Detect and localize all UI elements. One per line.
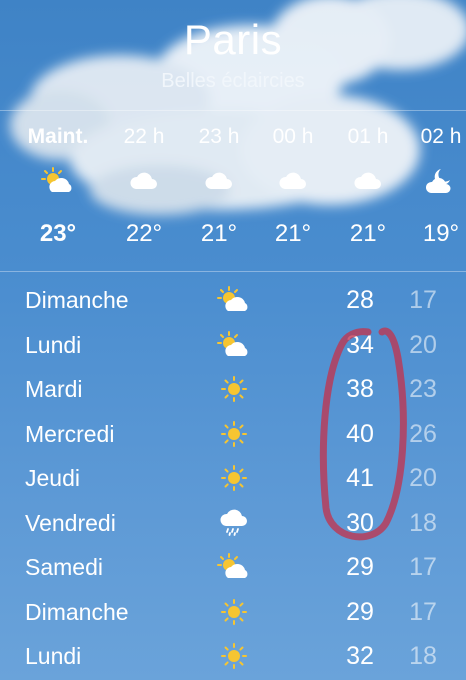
low-temperature: 18 bbox=[409, 642, 437, 670]
day-name: Dimanche bbox=[25, 598, 129, 625]
hourly-item: 00 h 21° bbox=[253, 118, 333, 249]
sun-icon bbox=[214, 418, 254, 450]
hour-temperature: 23° bbox=[39, 220, 77, 247]
low-temperature: 17 bbox=[409, 597, 437, 626]
hour-temperature: 21° bbox=[274, 220, 312, 247]
sun-icon bbox=[214, 596, 254, 628]
high-temperature: 30 bbox=[346, 508, 374, 537]
rain-cloud-icon bbox=[214, 507, 254, 539]
high-temperature: 29 bbox=[346, 597, 374, 626]
high-temperature: 32 bbox=[346, 642, 374, 670]
hour-label: 00 h bbox=[272, 125, 314, 148]
daily-row: Lundi 32 18 bbox=[0, 634, 466, 679]
low-temperature: 20 bbox=[409, 330, 437, 359]
sun-cloud-icon bbox=[18, 164, 98, 198]
low-temperature: 18 bbox=[409, 508, 437, 537]
day-name: Lundi bbox=[25, 331, 82, 358]
daily-row: Dimanche 28 17 bbox=[0, 278, 466, 323]
cloud-icon bbox=[179, 164, 259, 198]
high-temperature: 28 bbox=[346, 286, 374, 314]
cloud-icon bbox=[104, 164, 184, 198]
daily-row: Mercredi 40 26 bbox=[0, 412, 466, 457]
moon-cloud-icon bbox=[401, 164, 466, 198]
day-name: Mercredi bbox=[25, 420, 115, 447]
high-temperature: 40 bbox=[346, 419, 374, 448]
high-temperature: 38 bbox=[346, 375, 374, 403]
daily-row: Jeudi 41 20 bbox=[0, 456, 466, 501]
sun-icon bbox=[214, 462, 254, 494]
sun-icon bbox=[214, 373, 254, 405]
low-temperature: 26 bbox=[409, 419, 437, 448]
hour-label: 01 h bbox=[347, 125, 389, 148]
sun-cloud-icon bbox=[214, 284, 254, 316]
hourly-item: Maint. 23° bbox=[18, 118, 98, 249]
location-header: Paris Belles éclaircies bbox=[0, 14, 466, 94]
low-temperature: 20 bbox=[409, 464, 437, 492]
hourly-item: 22 h 22° bbox=[104, 118, 184, 249]
hourly-item: 23 h 21° bbox=[179, 118, 259, 249]
low-temperature: 23 bbox=[409, 375, 437, 403]
hour-label: 22 h bbox=[123, 125, 165, 148]
hour-label: 23 h bbox=[198, 125, 240, 148]
day-name: Samedi bbox=[25, 554, 103, 580]
weather-condition: Belles éclaircies bbox=[161, 70, 305, 92]
hour-label: 02 h bbox=[420, 125, 462, 148]
high-temperature: 41 bbox=[346, 464, 374, 492]
hour-temperature: 22° bbox=[125, 220, 163, 247]
hour-temperature: 21° bbox=[200, 220, 238, 247]
city-name: Paris bbox=[183, 16, 283, 63]
daily-row: Vendredi 30 18 bbox=[0, 501, 466, 546]
day-name: Jeudi bbox=[25, 465, 80, 491]
day-name: Lundi bbox=[25, 643, 82, 669]
cloud-icon bbox=[253, 164, 333, 198]
sun-cloud-icon bbox=[214, 329, 254, 361]
high-temperature: 29 bbox=[346, 553, 374, 581]
hourly-forecast[interactable]: Maint. 23° 22 h 22° 23 h 21° 00 h 21° 01… bbox=[0, 118, 466, 268]
daily-forecast[interactable]: Dimanche 28 17 Lundi 34 20 Mardi 38 23 M… bbox=[0, 278, 466, 679]
sun-icon bbox=[214, 640, 254, 672]
daily-row: Samedi 29 17 bbox=[0, 545, 466, 590]
day-name: Dimanche bbox=[25, 287, 129, 313]
hour-label: Maint. bbox=[27, 125, 89, 148]
low-temperature: 17 bbox=[409, 553, 437, 581]
divider-bottom bbox=[0, 271, 466, 272]
day-name: Mardi bbox=[25, 376, 83, 402]
daily-row: Mardi 38 23 bbox=[0, 367, 466, 412]
hourly-item: 02 h 19° bbox=[401, 118, 466, 249]
high-temperature: 34 bbox=[346, 330, 374, 359]
cloud-icon bbox=[328, 164, 408, 198]
low-temperature: 17 bbox=[409, 286, 437, 314]
daily-row: Lundi 34 20 bbox=[0, 323, 466, 368]
hourly-item: 01 h 21° bbox=[328, 118, 408, 249]
hour-temperature: 19° bbox=[422, 220, 460, 247]
divider-top bbox=[0, 110, 466, 111]
daily-row: Dimanche 29 17 bbox=[0, 590, 466, 635]
day-name: Vendredi bbox=[25, 509, 116, 536]
hour-temperature: 21° bbox=[349, 220, 387, 247]
sun-cloud-icon bbox=[214, 551, 254, 583]
